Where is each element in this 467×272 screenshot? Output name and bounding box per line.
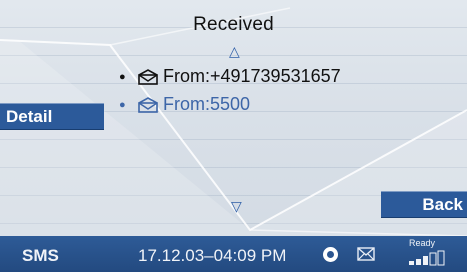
status-circle-icon <box>323 247 338 262</box>
open-envelope-icon <box>138 68 158 85</box>
down-arrow-icon[interactable]: ▽ <box>231 198 242 215</box>
message-item[interactable]: ● From:+491739531657 <box>119 66 341 87</box>
up-arrow-icon[interactable]: △ <box>229 43 240 60</box>
open-envelope-icon <box>138 96 158 113</box>
status-mode: SMS <box>22 246 59 265</box>
back-button[interactable]: Back <box>381 191 467 218</box>
message-item[interactable]: ● From:5500 <box>119 94 250 115</box>
detail-button[interactable]: Detail <box>0 103 104 130</box>
screen-title: Received <box>193 14 274 35</box>
status-bar: SMS 17.12.03–04:09 PM Ready <box>0 236 467 272</box>
bullet-icon: ● <box>119 70 126 83</box>
message-sender: From:+491739531657 <box>163 66 341 86</box>
network-status: Ready <box>409 238 436 248</box>
envelope-icon <box>357 247 375 261</box>
status-datetime: 17.12.03–04:09 PM <box>138 246 287 265</box>
signal-strength-icon <box>409 250 445 266</box>
message-sender: From:5500 <box>163 94 251 114</box>
bullet-icon: ● <box>119 98 126 111</box>
sms-received-screen: Received △ ● From:+491739531657 ● From:5… <box>0 0 467 272</box>
